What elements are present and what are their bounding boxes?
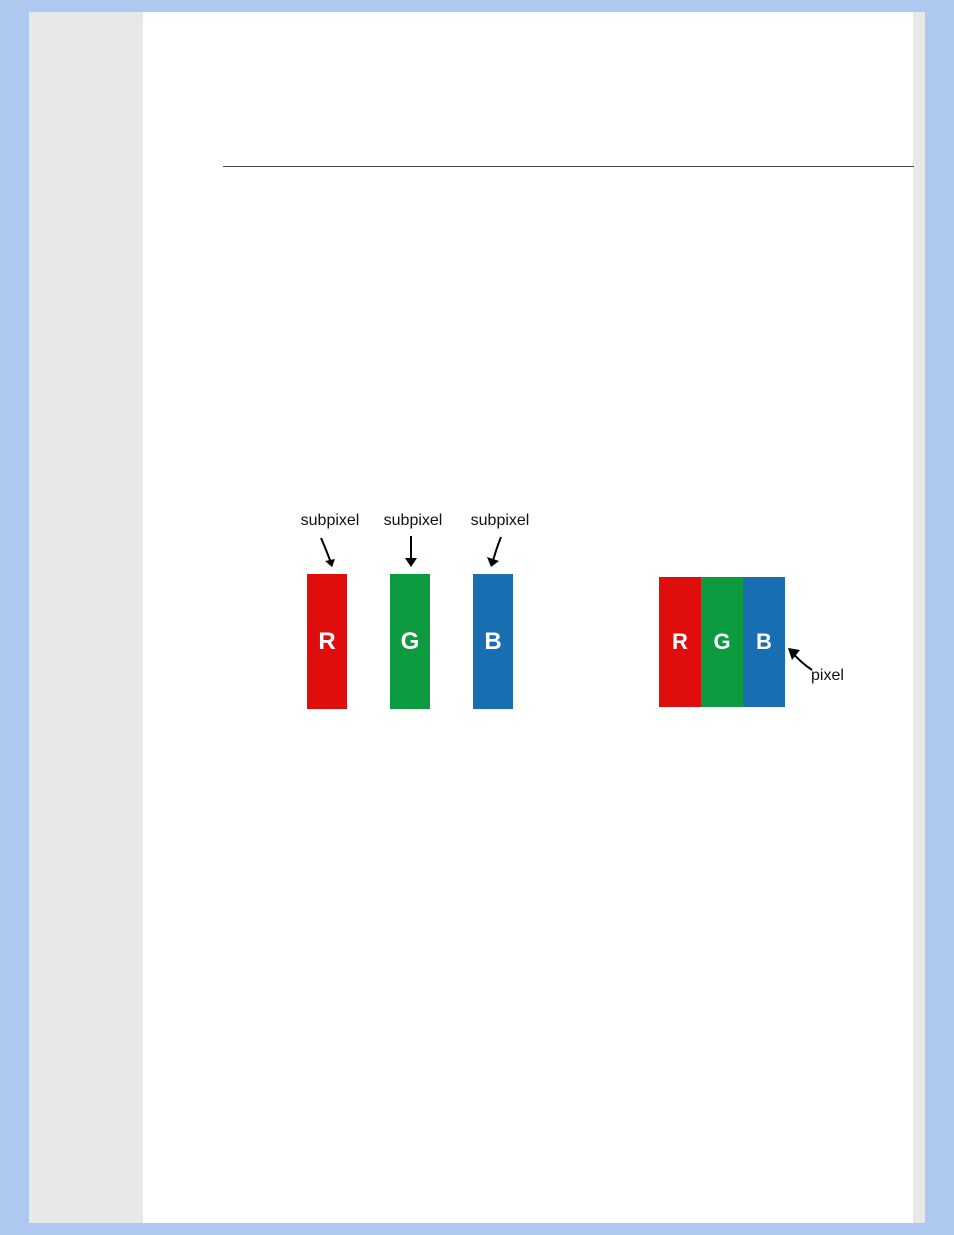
horizontal-rule bbox=[223, 166, 918, 167]
arrow-down-icon bbox=[399, 534, 439, 574]
subpixel-bar-b: B bbox=[473, 574, 513, 709]
page-right-shadow bbox=[914, 12, 925, 1223]
subpixel-label-b: subpixel bbox=[460, 512, 540, 530]
pixel-seg-g: G bbox=[701, 577, 743, 707]
arrow-down-left-icon bbox=[481, 534, 521, 574]
subpixel-bar-r: R bbox=[307, 574, 347, 709]
arrow-down-right-icon bbox=[318, 534, 358, 574]
pixel-seg-b: B bbox=[743, 577, 785, 707]
pixel-label: pixel bbox=[811, 667, 844, 685]
document-background: subpixel subpixel subpixel R G B R G B bbox=[29, 12, 925, 1223]
combined-pixel: R G B bbox=[659, 577, 785, 707]
subpixel-label-g: subpixel bbox=[373, 512, 453, 530]
subpixel-label-r: subpixel bbox=[290, 512, 370, 530]
document-page: subpixel subpixel subpixel R G B R G B bbox=[143, 12, 913, 1223]
subpixel-bar-g: G bbox=[390, 574, 430, 709]
pixel-seg-r: R bbox=[659, 577, 701, 707]
